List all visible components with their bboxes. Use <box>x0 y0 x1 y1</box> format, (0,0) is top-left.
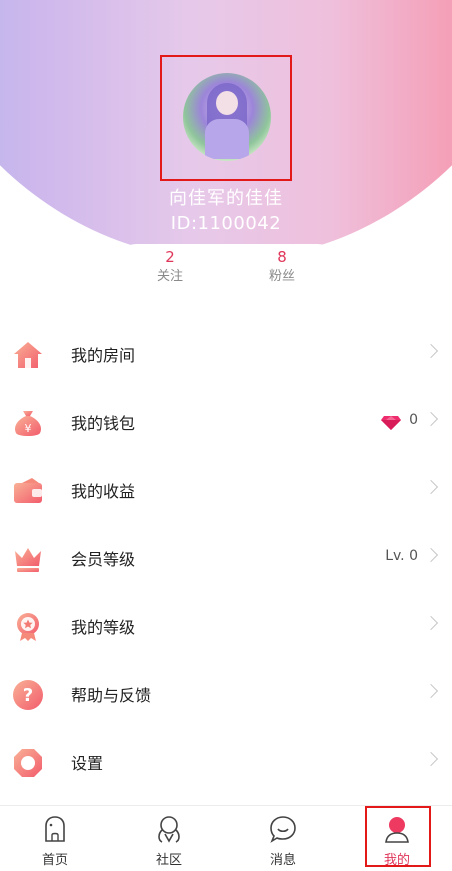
membership-level-value: Lv. 0 <box>385 548 418 564</box>
menu-item-membership-level[interactable]: 会员等级 Lv. 0 <box>0 524 452 592</box>
avatar[interactable] <box>183 73 271 161</box>
svg-text:¥: ¥ <box>25 422 32 435</box>
menu-item-label: 帮助与反馈 <box>71 686 152 705</box>
crown-icon <box>15 548 41 572</box>
stats-card: 2 关注 8 粉丝 <box>118 244 336 292</box>
chevron-right-icon <box>423 411 439 427</box>
wallet-balance: 0 <box>409 412 418 428</box>
menu-item-settings[interactable]: 设置 <box>0 728 452 796</box>
tab-home-label: 首页 <box>41 853 68 868</box>
diamond-icon <box>381 416 401 430</box>
chevron-right-icon <box>423 343 439 359</box>
menu-item-my-wallet[interactable]: ¥ 我的钱包 0 <box>0 388 452 456</box>
stat-following-label: 关注 <box>156 269 183 284</box>
settings-icon <box>14 749 42 777</box>
menu-item-label: 我的等级 <box>71 618 136 637</box>
svg-text:?: ? <box>23 685 33 706</box>
menu-item-label: 设置 <box>71 754 104 773</box>
stat-fans-label: 粉丝 <box>268 269 295 284</box>
chevron-right-icon <box>423 751 439 767</box>
menu-item-help-feedback[interactable]: ? 帮助与反馈 <box>0 660 452 728</box>
chevron-right-icon <box>423 479 439 495</box>
tab-home[interactable]: 首页 <box>20 806 90 871</box>
menu-item-my-room[interactable]: 我的房间 <box>0 320 452 388</box>
tab-community[interactable]: 社区 <box>134 806 204 871</box>
avatar-dress <box>205 119 249 159</box>
stat-fans[interactable]: 8 粉丝 <box>242 248 322 288</box>
menu-item-my-earnings[interactable]: 我的收益 <box>0 456 452 524</box>
wallet-icon <box>14 478 42 503</box>
username: 向佳军的佳佳 <box>169 188 283 209</box>
stat-following[interactable]: 2 关注 <box>130 248 210 288</box>
community-icon <box>158 816 180 843</box>
medal-icon <box>17 613 39 641</box>
tab-community-label: 社区 <box>155 853 182 868</box>
menu-item-my-level[interactable]: 我的等级 <box>0 592 452 660</box>
menu-item-label: 我的钱包 <box>71 414 136 433</box>
question-icon: ? <box>13 680 43 710</box>
chevron-right-icon <box>423 547 439 563</box>
active-tab-highlight-box <box>365 806 431 867</box>
home-ghost-icon <box>45 816 65 842</box>
menu-item-label: 我的房间 <box>71 346 136 365</box>
chevron-right-icon <box>423 615 439 631</box>
stat-fans-count: 8 <box>277 248 287 266</box>
tab-messages[interactable]: 消息 <box>248 806 318 871</box>
money-bag-icon: ¥ <box>15 411 41 436</box>
house-icon <box>14 342 42 368</box>
menu-item-label: 我的收益 <box>71 482 136 501</box>
message-icon <box>270 816 296 843</box>
user-id: ID:1100042 <box>170 213 282 234</box>
stat-following-count: 2 <box>165 248 175 266</box>
avatar-face <box>216 91 238 115</box>
chevron-right-icon <box>423 683 439 699</box>
tab-messages-label: 消息 <box>269 853 296 868</box>
avatar-highlight-box[interactable] <box>160 55 292 181</box>
menu-item-label: 会员等级 <box>71 550 136 569</box>
